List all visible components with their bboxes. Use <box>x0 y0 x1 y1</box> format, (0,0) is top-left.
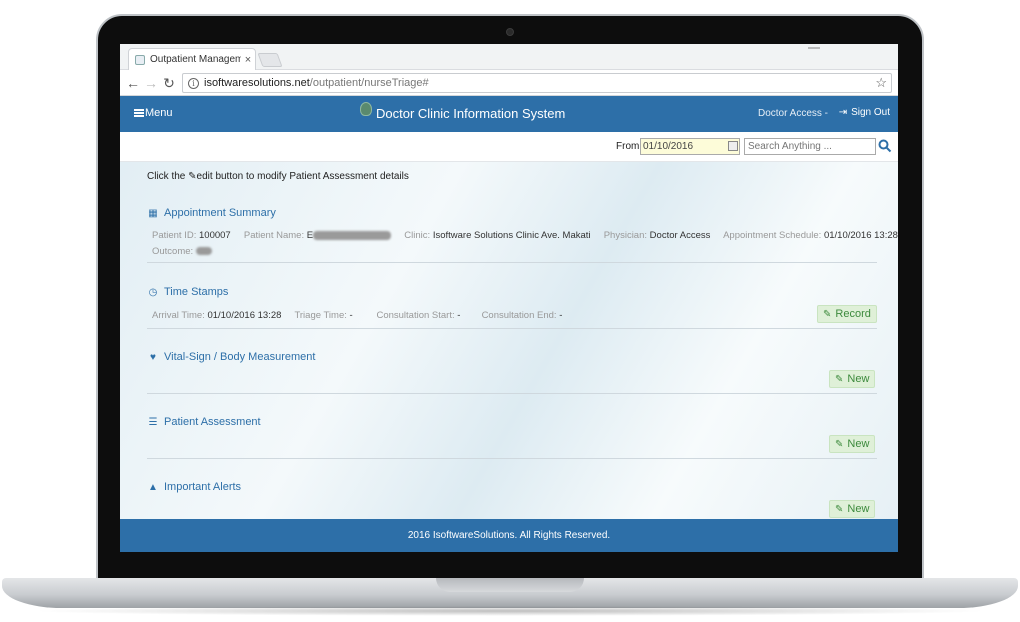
app-title: Doctor Clinic Information System <box>376 106 566 121</box>
section-divider <box>147 262 877 263</box>
laptop-shadow <box>30 606 990 616</box>
bookmark-star-icon[interactable]: ☆ <box>875 75 887 91</box>
site-info-icon[interactable]: i <box>188 77 199 89</box>
consult-start-label: Consultation Start: <box>376 310 455 321</box>
important-alerts-title: ▲ Important Alerts <box>147 481 241 493</box>
clinic-label: Clinic: <box>404 230 431 241</box>
hint-edit-word: edit <box>196 171 213 182</box>
from-date-input[interactable] <box>640 138 740 155</box>
edit-icon: ✎ <box>835 503 844 515</box>
forward-arrow-icon[interactable]: → <box>142 74 160 92</box>
app-logo <box>360 102 372 116</box>
section-divider <box>147 328 877 329</box>
url-path: /outpatient/nurseTriage# <box>309 77 429 89</box>
clinic-value: Isoftware Solutions Clinic Ave. Makati <box>432 230 591 241</box>
list-icon: ☰ <box>148 416 158 428</box>
hint-prefix: Click the <box>147 171 186 182</box>
triage-value: - <box>349 310 353 321</box>
consult-end-value: - <box>559 310 563 321</box>
footer: 2016 IsoftwareSolutions. All Rights Rese… <box>120 519 898 552</box>
appointment-details: Patient ID: 100007 Patient Name: E Clini… <box>152 230 898 241</box>
edit-icon: ✎ <box>835 373 844 385</box>
patient-name-label: Patient Name: <box>243 230 305 241</box>
record-label: Record <box>835 308 871 320</box>
patient-assessment-label: Patient Assessment <box>164 416 261 428</box>
edit-icon: ✎ <box>188 171 197 182</box>
edit-icon: ✎ <box>823 308 832 320</box>
search-input[interactable] <box>744 138 876 155</box>
record-button[interactable]: ✎ Record <box>817 305 877 323</box>
reload-icon[interactable]: ↻ <box>160 74 178 92</box>
redacted-outcome <box>195 247 212 256</box>
browser-toolbar: ← → ↻ i isoftwaresolutions.net /outpatie… <box>120 70 898 96</box>
patient-id-value: 100007 <box>199 230 231 241</box>
vital-signs-title: ♥ Vital-Sign / Body Measurement <box>147 351 315 363</box>
screen: Outpatient Management × ← → ↻ i isoftwar… <box>120 44 898 552</box>
sign-out-icon: ⇥ <box>838 107 848 118</box>
tab-title: Outpatient Management <box>150 54 241 65</box>
new-assessment-button[interactable]: ✎ New <box>829 435 876 453</box>
app-header: Menu Doctor Clinic Information System Do… <box>120 96 898 132</box>
appointment-title-label: Appointment Summary <box>164 207 276 219</box>
laptop-notch <box>436 578 584 592</box>
user-label[interactable]: Doctor Access - <box>758 108 828 119</box>
section-divider <box>147 393 877 394</box>
physician-value: Doctor Access <box>649 230 711 241</box>
new-vitals-label: New <box>847 373 870 385</box>
search-icon[interactable] <box>878 139 892 153</box>
browser-tab[interactable]: Outpatient Management × <box>128 48 256 70</box>
physician-label: Physician: <box>603 230 648 241</box>
heart-icon: ♥ <box>150 351 156 363</box>
from-label: From: <box>616 141 643 152</box>
arrival-label: Arrival Time: <box>152 310 205 321</box>
url-host: isoftwaresolutions.net <box>204 77 310 89</box>
new-vitals-button[interactable]: ✎ New <box>829 370 876 388</box>
schedule-value: 01/10/2016 13:28 <box>823 230 898 241</box>
clock-icon: ◷ <box>148 286 158 298</box>
consult-end-label: Consultation End: <box>481 310 557 321</box>
menu-button[interactable]: Menu <box>134 107 173 119</box>
patient-assessment-title: ☰ Patient Assessment <box>147 416 261 428</box>
tab-close-icon[interactable]: × <box>241 54 255 66</box>
redacted-patient-name <box>313 230 392 240</box>
browser-tabstrip: Outpatient Management × <box>120 44 898 70</box>
warning-icon: ▲ <box>148 481 158 493</box>
new-alert-label: New <box>847 503 870 515</box>
consult-start-value: - <box>457 310 461 321</box>
time-stamps-details: Arrival Time: 01/10/2016 13:28 Triage Ti… <box>152 310 562 321</box>
window-minimize-icon[interactable] <box>808 47 820 49</box>
address-bar[interactable]: i isoftwaresolutions.net /outpatient/nur… <box>182 73 892 93</box>
back-arrow-icon[interactable]: ← <box>124 74 142 92</box>
sign-out-button[interactable]: ⇥ Sign Out <box>839 107 890 118</box>
patient-id-label: Patient ID: <box>152 230 197 241</box>
outcome-label: Outcome: <box>152 246 194 257</box>
new-alert-button[interactable]: ✎ New <box>829 500 876 518</box>
time-stamps-label: Time Stamps <box>164 286 229 298</box>
menu-label: Menu <box>145 107 173 119</box>
schedule-label: Appointment Schedule: <box>723 230 822 241</box>
important-alerts-label: Important Alerts <box>164 481 242 493</box>
edit-icon: ✎ <box>835 438 844 450</box>
camera-icon <box>506 28 514 36</box>
calendar-icon: ▦ <box>148 207 158 219</box>
vital-signs-label: Vital-Sign / Body Measurement <box>164 351 316 363</box>
filter-bar: From: <box>120 132 898 162</box>
hint-suffix: button to modify Patient Assessment deta… <box>215 171 409 182</box>
new-tab-button[interactable] <box>257 53 283 67</box>
calendar-icon[interactable] <box>728 141 738 151</box>
hamburger-icon <box>134 109 144 117</box>
triage-label: Triage Time: <box>294 310 347 321</box>
sign-out-label: Sign Out <box>851 107 890 118</box>
appointment-summary-title: ▦ Appointment Summary <box>147 207 276 219</box>
main-content: Click the ✎edit button to modify Patient… <box>120 162 898 519</box>
page-favicon-icon <box>135 54 145 65</box>
arrival-value: 01/10/2016 13:28 <box>207 310 282 321</box>
time-stamps-title: ◷ Time Stamps <box>147 286 229 298</box>
footer-text: 2016 IsoftwareSolutions. All Rights Rese… <box>407 530 611 541</box>
section-divider <box>147 458 877 459</box>
new-assessment-label: New <box>847 438 870 450</box>
appointment-outcome: Outcome: <box>152 246 212 257</box>
hint-text: Click the ✎edit button to modify Patient… <box>147 171 409 182</box>
